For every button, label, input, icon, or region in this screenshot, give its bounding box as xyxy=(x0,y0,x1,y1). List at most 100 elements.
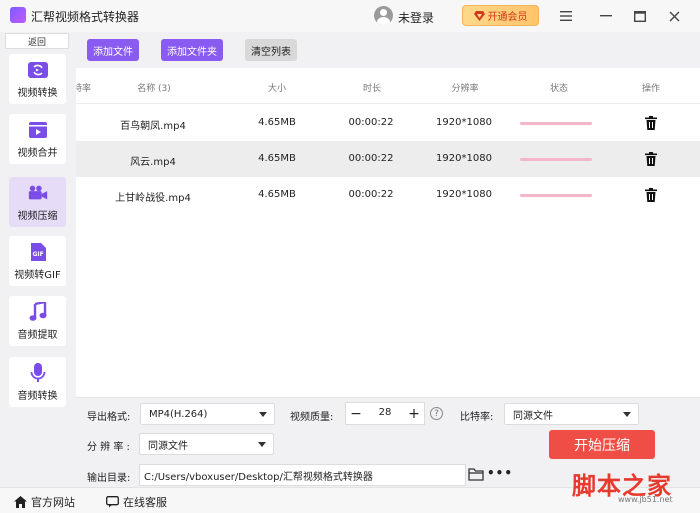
file-size: 4.65MB xyxy=(258,189,296,200)
progress-bar xyxy=(520,158,592,161)
svg-text:GIF: GIF xyxy=(32,251,43,258)
resolution-select[interactable]: 同源文件 xyxy=(139,433,274,455)
trash-icon[interactable] xyxy=(643,151,659,167)
sidebar-item-label: 音频转换 xyxy=(17,391,58,402)
diamond-icon xyxy=(473,10,485,21)
quality-increase-button[interactable]: + xyxy=(404,403,424,424)
help-icon[interactable]: ? xyxy=(430,407,443,420)
file-size: 4.65MB xyxy=(258,153,296,164)
chevron-down-icon xyxy=(259,412,267,417)
table-row[interactable]: 上甘岭战役.mp4 4.65MB 00:00:22 1920*1080 xyxy=(76,177,700,213)
sidebar-item-video-compress[interactable]: 视频压缩 xyxy=(9,177,66,227)
music-note-icon xyxy=(27,301,49,323)
folder-icon[interactable] xyxy=(468,467,484,481)
output-dir-label: 输出目录: xyxy=(87,473,131,484)
official-website-link[interactable]: 官方网站 xyxy=(14,494,75,510)
camera-compress-icon xyxy=(27,182,49,204)
chevron-down-icon xyxy=(623,412,631,417)
quality-value[interactable]: 28 xyxy=(366,407,404,418)
file-duration: 00:00:22 xyxy=(348,189,394,200)
file-resolution: 1920*1080 xyxy=(436,117,492,128)
minimize-button[interactable] xyxy=(596,6,616,26)
bitrate-label: 比特率: xyxy=(460,412,494,423)
resolution-select-value: 同源文件 xyxy=(148,440,188,452)
title-bar: 汇帮视频格式转换器 未登录 开通会员 xyxy=(0,0,700,32)
watermark: 脚本之家 www.jb51.net xyxy=(572,466,700,510)
online-support-label: 在线客服 xyxy=(123,496,167,509)
sidebar-item-audio-convert[interactable]: 音频转换 xyxy=(9,357,66,407)
close-button[interactable] xyxy=(664,6,684,26)
user-avatar-icon[interactable] xyxy=(374,6,393,25)
trash-icon[interactable] xyxy=(643,187,659,203)
progress-bar xyxy=(520,122,592,125)
column-header-action: 操作 xyxy=(641,84,661,94)
sidebar-item-video-merge[interactable]: 视频合并 xyxy=(9,114,66,164)
home-icon xyxy=(14,496,27,508)
file-duration: 00:00:22 xyxy=(348,153,394,164)
column-header-name[interactable]: 名称 (3) xyxy=(137,81,171,94)
official-website-label: 官方网站 xyxy=(31,496,75,509)
output-dir-field[interactable]: C:/Users/vboxuser/Desktop/汇帮视频格式转换器 xyxy=(139,464,466,486)
format-select-value: MP4(H.264) xyxy=(149,408,208,420)
microphone-icon xyxy=(27,362,49,384)
resolution-label: 分 辨 率 : xyxy=(87,442,130,453)
add-folder-button[interactable]: 添加文件夹 xyxy=(161,39,223,61)
sidebar-item-label: 视频合并 xyxy=(17,148,58,159)
more-options-icon[interactable]: ••• xyxy=(487,466,512,480)
quality-stepper: − 28 + xyxy=(345,402,425,425)
file-name: 上甘岭战役.mp4 xyxy=(115,193,191,204)
minimize-icon xyxy=(600,15,612,17)
video-merge-icon xyxy=(27,119,49,141)
sidebar-item-label: 视频压缩 xyxy=(17,211,58,222)
maximize-button[interactable] xyxy=(630,6,650,26)
file-resolution: 1920*1080 xyxy=(436,189,492,200)
sidebar: 返回 视频转换 视频合并 视频压缩 GIF 视频转GIF 音频提取 音频转换 xyxy=(0,32,76,487)
close-icon xyxy=(669,11,679,21)
file-name: 百鸟朝凤.mp4 xyxy=(120,121,186,132)
start-compress-button[interactable]: 开始压缩 xyxy=(549,430,655,459)
vip-button[interactable]: 开通会员 xyxy=(462,5,539,26)
clear-list-button[interactable]: 清空列表 xyxy=(245,39,297,61)
column-header-size[interactable]: 大小 xyxy=(268,81,286,94)
table-header: 特率 名称 (3) 大小 时长 分辨率 状态 操作 xyxy=(76,68,700,104)
app-title: 汇帮视频格式转换器 xyxy=(31,10,140,24)
file-resolution: 1920*1080 xyxy=(436,153,492,164)
sidebar-item-video-to-gif[interactable]: GIF 视频转GIF xyxy=(9,236,66,286)
login-status[interactable]: 未登录 xyxy=(398,9,434,26)
table-row[interactable]: 风云.mp4 4.65MB 00:00:22 1920*1080 xyxy=(76,141,700,177)
hamburger-menu-icon xyxy=(560,11,572,21)
support-chat-icon xyxy=(106,496,119,508)
sidebar-item-label: 音频提取 xyxy=(17,330,58,341)
sidebar-item-label: 视频转GIF xyxy=(14,270,61,281)
gif-icon: GIF xyxy=(27,241,49,263)
column-header-bitrate: 特率 xyxy=(76,84,92,94)
menu-button[interactable] xyxy=(556,6,576,26)
bitrate-select[interactable]: 同源文件 xyxy=(504,403,639,425)
chevron-down-icon xyxy=(258,442,266,447)
column-header-resolution[interactable]: 分辨率 xyxy=(451,81,478,94)
vip-button-label: 开通会员 xyxy=(487,12,528,23)
progress-bar xyxy=(520,194,592,197)
table-row[interactable]: 百鸟朝凤.mp4 4.65MB 00:00:22 1920*1080 xyxy=(76,105,700,141)
sidebar-item-video-convert[interactable]: 视频转换 xyxy=(9,54,66,104)
app-logo-icon xyxy=(10,7,26,23)
file-toolbar: 添加文件 添加文件夹 清空列表 xyxy=(76,32,700,68)
online-support-link[interactable]: 在线客服 xyxy=(106,494,167,510)
back-button[interactable]: 返回 xyxy=(5,33,69,49)
column-header-duration[interactable]: 时长 xyxy=(363,81,381,94)
trash-icon[interactable] xyxy=(643,115,659,131)
add-file-button[interactable]: 添加文件 xyxy=(87,39,139,61)
quality-decrease-button[interactable]: − xyxy=(346,403,366,424)
sidebar-item-audio-extract[interactable]: 音频提取 xyxy=(9,296,66,346)
format-label: 导出格式: xyxy=(87,412,131,423)
sidebar-item-label: 视频转换 xyxy=(17,88,58,99)
quality-label: 视频质量: xyxy=(290,412,334,423)
video-convert-icon xyxy=(27,59,49,81)
maximize-icon xyxy=(634,10,646,22)
file-duration: 00:00:22 xyxy=(348,117,394,128)
bitrate-select-value: 同源文件 xyxy=(513,410,553,422)
format-select[interactable]: MP4(H.264) xyxy=(140,403,275,425)
file-table: 特率 名称 (3) 大小 时长 分辨率 状态 操作 百鸟朝凤.mp4 4.65M… xyxy=(76,68,700,397)
watermark-url: www.jb51.net xyxy=(618,495,673,504)
column-header-status: 状态 xyxy=(549,84,569,94)
